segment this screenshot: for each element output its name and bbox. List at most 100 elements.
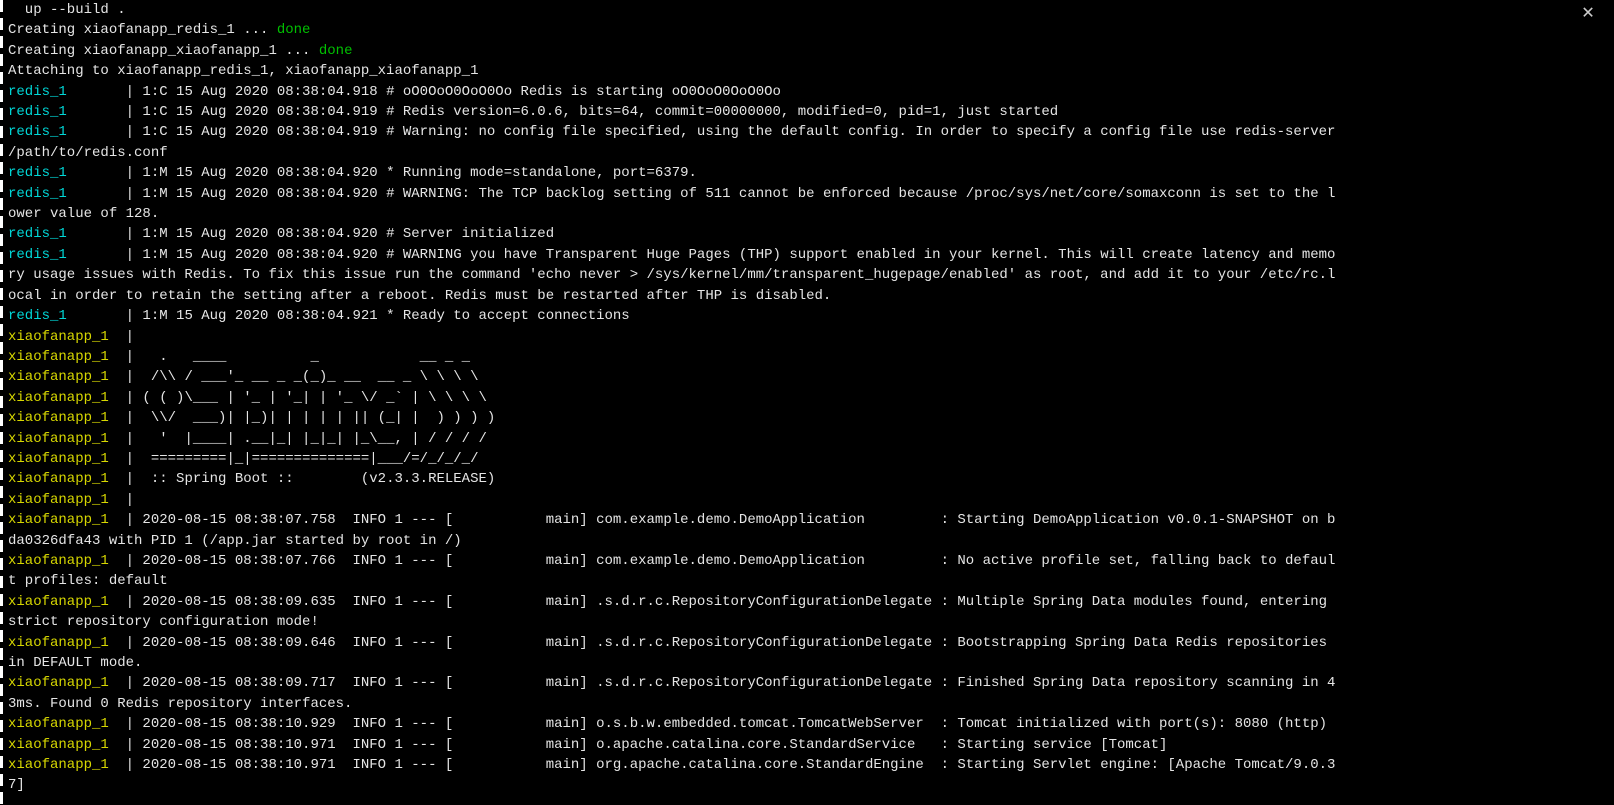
terminal-text: t profiles: default	[8, 573, 168, 589]
terminal-line: xiaofanapp_1 | 2020-08-15 08:38:09.646 I…	[8, 633, 1614, 653]
terminal-text: in DEFAULT mode.	[8, 655, 142, 671]
terminal-text: xiaofanapp_1	[8, 553, 126, 569]
terminal-text: 2020-08-15 08:38:10.929 INFO 1 --- [ mai…	[134, 716, 1327, 732]
terminal-text: done	[277, 22, 311, 38]
terminal-text: 2020-08-15 08:38:10.971 INFO 1 --- [ mai…	[134, 737, 1167, 753]
terminal-text: 3ms. Found 0 Redis repository interfaces…	[8, 696, 352, 712]
terminal-text: |	[126, 124, 134, 140]
terminal-text: da0326dfa43 with PID 1 (/app.jar started…	[8, 533, 462, 549]
terminal-line: in DEFAULT mode.	[8, 653, 1614, 673]
terminal-line: xiaofanapp_1 | \\/ ___)| |_)| | | | | ||…	[8, 408, 1614, 428]
terminal-text: |	[126, 329, 134, 345]
terminal-line: xiaofanapp_1 | 2020-08-15 08:38:10.929 I…	[8, 714, 1614, 734]
terminal-text: Creating xiaofanapp_xiaofanapp_1 ...	[8, 43, 319, 59]
terminal-line: redis_1 | 1:M 15 Aug 2020 08:38:04.920 #…	[8, 245, 1614, 265]
terminal-text: |	[126, 594, 134, 610]
terminal-text: |	[126, 226, 134, 242]
terminal-line: redis_1 | 1:M 15 Aug 2020 08:38:04.921 *…	[8, 306, 1614, 326]
terminal-text: 7]	[8, 777, 25, 793]
terminal-text: Creating xiaofanapp_redis_1 ...	[8, 22, 277, 38]
terminal-line: redis_1 | 1:C 15 Aug 2020 08:38:04.919 #…	[8, 122, 1614, 142]
terminal-text: 2020-08-15 08:38:07.766 INFO 1 --- [ mai…	[134, 553, 1335, 569]
terminal-line: redis_1 | 1:M 15 Aug 2020 08:38:04.920 #…	[8, 224, 1614, 244]
terminal-text: 1:C 15 Aug 2020 08:38:04.919 # Redis ver…	[134, 104, 1058, 120]
terminal-text: 2020-08-15 08:38:07.758 INFO 1 --- [ mai…	[134, 512, 1335, 528]
terminal-text: up --build .	[8, 2, 126, 18]
terminal-text: |	[126, 635, 134, 651]
scroll-indicator[interactable]	[0, 0, 3, 805]
terminal-line: xiaofanapp_1 | 2020-08-15 08:38:10.971 I…	[8, 735, 1614, 755]
terminal-text: |	[126, 308, 134, 324]
terminal-text: ( ( )\___ | '_ | '_| | '_ \/ _` | \ \ \ …	[134, 390, 487, 406]
terminal-text: redis_1	[8, 308, 126, 324]
terminal-text: |	[126, 410, 134, 426]
terminal-text: . ____ _ __ _ _	[134, 349, 470, 365]
terminal-text: ' |____| .__|_| |_|_| |_\__, | / / / /	[134, 431, 487, 447]
terminal-line: redis_1 | 1:M 15 Aug 2020 08:38:04.920 *…	[8, 163, 1614, 183]
terminal-text: 1:M 15 Aug 2020 08:38:04.920 # Server in…	[134, 226, 554, 242]
terminal-line: redis_1 | 1:M 15 Aug 2020 08:38:04.920 #…	[8, 184, 1614, 204]
terminal-text: 1:M 15 Aug 2020 08:38:04.921 * Ready to …	[134, 308, 630, 324]
terminal-text: xiaofanapp_1	[8, 431, 126, 447]
terminal-line: up --build .	[8, 0, 1614, 20]
terminal-line: t profiles: default	[8, 571, 1614, 591]
terminal-line: ower value of 128.	[8, 204, 1614, 224]
terminal-text: 1:M 15 Aug 2020 08:38:04.920 # WARNING y…	[134, 247, 1335, 263]
terminal-text: |	[126, 84, 134, 100]
terminal-text: done	[319, 43, 353, 59]
terminal-text: strict repository configuration mode!	[8, 614, 319, 630]
terminal-line: xiaofanapp_1 |	[8, 490, 1614, 510]
terminal-text: |	[126, 390, 134, 406]
terminal-text: |	[126, 716, 134, 732]
terminal-text: redis_1	[8, 104, 126, 120]
terminal-text: |	[126, 186, 134, 202]
terminal-text: |	[126, 369, 134, 385]
terminal-text: xiaofanapp_1	[8, 451, 126, 467]
terminal-line: xiaofanapp_1 | 2020-08-15 08:38:09.635 I…	[8, 592, 1614, 612]
terminal-line: xiaofanapp_1 | 2020-08-15 08:38:09.717 I…	[8, 673, 1614, 693]
terminal-line: redis_1 | 1:C 15 Aug 2020 08:38:04.919 #…	[8, 102, 1614, 122]
terminal-text: |	[126, 553, 134, 569]
terminal-text: Attaching to xiaofanapp_redis_1, xiaofan…	[8, 63, 478, 79]
terminal-output: up --build . Creating xiaofanapp_redis_1 …	[8, 0, 1614, 796]
terminal-text: xiaofanapp_1	[8, 492, 126, 508]
terminal-text: |	[126, 349, 134, 365]
terminal-line: strict repository configuration mode!	[8, 612, 1614, 632]
terminal-line: Creating xiaofanapp_redis_1 ... done	[8, 20, 1614, 40]
terminal-text: |	[126, 247, 134, 263]
terminal-text: ower value of 128.	[8, 206, 159, 222]
terminal-line: xiaofanapp_1 | =========|_|=============…	[8, 449, 1614, 469]
terminal-text: |	[126, 675, 134, 691]
terminal-line: redis_1 | 1:C 15 Aug 2020 08:38:04.918 #…	[8, 82, 1614, 102]
terminal-text: xiaofanapp_1	[8, 512, 126, 528]
terminal-text: |	[126, 165, 134, 181]
terminal-line: Creating xiaofanapp_xiaofanapp_1 ... don…	[8, 41, 1614, 61]
terminal-text: |	[126, 471, 134, 487]
terminal-text: redis_1	[8, 165, 126, 181]
terminal-text: redis_1	[8, 84, 126, 100]
terminal-text: |	[126, 492, 134, 508]
terminal-text: |	[126, 737, 134, 753]
terminal-text: :: Spring Boot :: (v2.3.3.RELEASE)	[134, 471, 495, 487]
terminal-text: /path/to/redis.conf	[8, 145, 168, 161]
terminal-text: xiaofanapp_1	[8, 410, 126, 426]
terminal-line: 7]	[8, 775, 1614, 795]
terminal-text: ocal in order to retain the setting afte…	[8, 288, 831, 304]
terminal-line: xiaofanapp_1 |	[8, 327, 1614, 347]
terminal-text: redis_1	[8, 186, 126, 202]
terminal-text: redis_1	[8, 124, 126, 140]
terminal-text: 2020-08-15 08:38:09.635 INFO 1 --- [ mai…	[134, 594, 1335, 610]
terminal-line: 3ms. Found 0 Redis repository interfaces…	[8, 694, 1614, 714]
terminal-line: xiaofanapp_1 | /\\ / ___'_ __ _ _(_)_ __…	[8, 367, 1614, 387]
terminal-text: |	[126, 451, 134, 467]
terminal-text: xiaofanapp_1	[8, 369, 126, 385]
terminal-text: |	[126, 104, 134, 120]
terminal-text: 1:M 15 Aug 2020 08:38:04.920 # WARNING: …	[134, 186, 1335, 202]
terminal-line: /path/to/redis.conf	[8, 143, 1614, 163]
terminal-line: ocal in order to retain the setting afte…	[8, 286, 1614, 306]
terminal-line: xiaofanapp_1 | 2020-08-15 08:38:07.758 I…	[8, 510, 1614, 530]
terminal-text: 2020-08-15 08:38:09.717 INFO 1 --- [ mai…	[134, 675, 1335, 691]
terminal-text: xiaofanapp_1	[8, 329, 126, 345]
terminal-text: 2020-08-15 08:38:10.971 INFO 1 --- [ mai…	[134, 757, 1335, 773]
terminal-text: xiaofanapp_1	[8, 716, 126, 732]
